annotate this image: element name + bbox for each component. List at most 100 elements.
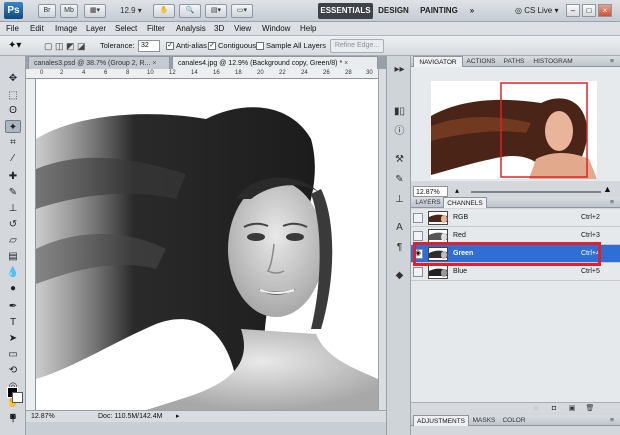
navigator-thumbnail[interactable] bbox=[431, 81, 597, 179]
zoom-level-dropdown[interactable]: 12.9 ▾ bbox=[113, 4, 149, 18]
restore-button[interactable]: □ bbox=[582, 4, 596, 17]
visibility-toggle[interactable] bbox=[413, 231, 423, 241]
arrange-documents-button[interactable]: ▤▾ bbox=[205, 4, 227, 18]
menu-view[interactable]: View bbox=[234, 22, 251, 36]
image-canvas[interactable] bbox=[36, 79, 378, 410]
menu-analysis[interactable]: Analysis bbox=[176, 22, 206, 36]
lasso-tool-icon[interactable]: ʘ bbox=[5, 104, 21, 117]
eyedropper-tool-icon[interactable]: ⁄ bbox=[5, 152, 21, 165]
history-panel-icon[interactable]: ▮▯ bbox=[393, 106, 406, 118]
delete-channel-icon[interactable]: 🗑 bbox=[585, 404, 595, 413]
type-tool-icon[interactable]: T bbox=[5, 316, 21, 329]
workspace-painting[interactable]: PAINTING bbox=[415, 3, 463, 19]
panel-menu-icon[interactable]: ≡ bbox=[606, 415, 618, 426]
hand-tool-button[interactable]: ✋ bbox=[153, 4, 175, 18]
bridge-button[interactable]: Br bbox=[38, 4, 56, 18]
channels-tabbar: LAYERS CHANNELS ≡ bbox=[411, 197, 620, 208]
visibility-toggle[interactable] bbox=[413, 267, 423, 277]
pen-tool-icon[interactable]: ✒ bbox=[5, 300, 21, 313]
menu-edit[interactable]: Edit bbox=[30, 22, 44, 36]
background-color-swatch[interactable] bbox=[12, 392, 23, 403]
horizontal-scrollbar[interactable] bbox=[26, 422, 386, 435]
sample-all-layers-checkbox[interactable] bbox=[256, 42, 264, 50]
selection-mode-buttons[interactable]: ▢ ◫ ◩ ◪ bbox=[44, 39, 92, 53]
workspace-more[interactable]: » bbox=[466, 3, 478, 19]
save-selection-icon[interactable]: ◘ bbox=[549, 404, 559, 413]
blur-tool-icon[interactable]: 💧 bbox=[5, 266, 21, 279]
healing-brush-tool-icon[interactable]: ✚ bbox=[5, 170, 21, 183]
info-panel-icon[interactable]: ⓘ bbox=[393, 126, 406, 138]
mini-bridge-button[interactable]: Mb bbox=[60, 4, 78, 18]
screen-mode-button[interactable]: ▭▾ bbox=[231, 4, 253, 18]
status-zoom[interactable]: 12.87% bbox=[31, 411, 55, 422]
zoom-in-icon[interactable]: ▲ bbox=[603, 184, 612, 194]
tab-layers[interactable]: LAYERS bbox=[413, 197, 443, 208]
tab-paths[interactable]: PATHS bbox=[499, 56, 529, 67]
magic-wand-tool-icon[interactable]: ✦ bbox=[5, 120, 21, 133]
brush-panel-icon[interactable]: ✎ bbox=[393, 174, 406, 186]
gradient-tool-icon[interactable]: ▤ bbox=[5, 250, 21, 263]
dodge-tool-icon[interactable]: ● bbox=[5, 282, 21, 295]
workspace-essentials[interactable]: ESSENTIALS bbox=[318, 3, 373, 19]
tab-close-icon[interactable]: × bbox=[152, 60, 156, 67]
tab-actions[interactable]: ACTIONS bbox=[463, 56, 499, 67]
tool-presets-icon[interactable]: ⚒ bbox=[393, 154, 406, 166]
menu-3d[interactable]: 3D bbox=[214, 22, 224, 36]
load-as-selection-icon[interactable]: ◌ bbox=[531, 404, 541, 413]
tab-navigator[interactable]: NAVIGATOR bbox=[413, 56, 463, 67]
menu-file[interactable]: File bbox=[6, 22, 19, 36]
clone-source-icon[interactable]: ⊥ bbox=[393, 194, 406, 206]
clone-stamp-tool-icon[interactable]: ⊥ bbox=[5, 202, 21, 215]
tolerance-input[interactable]: 32 bbox=[138, 40, 160, 52]
extras-dropdown[interactable]: ▦▾ bbox=[84, 4, 106, 18]
collapse-dock-icon[interactable]: ▸▸ bbox=[393, 64, 406, 76]
shape-tool-icon[interactable]: ▭ bbox=[5, 348, 21, 361]
brush-tool-icon[interactable]: ✎ bbox=[5, 186, 21, 199]
tab-close-icon[interactable]: × bbox=[344, 60, 348, 67]
workspace-design[interactable]: DESIGN bbox=[376, 3, 411, 19]
menu-image[interactable]: Image bbox=[55, 22, 77, 36]
tab-channels[interactable]: CHANNELS bbox=[443, 197, 487, 208]
3d-rotate-tool-icon[interactable]: ⟲ bbox=[5, 364, 21, 377]
panel-menu-icon[interactable]: ≡ bbox=[606, 197, 618, 208]
menu-layer[interactable]: Layer bbox=[86, 22, 106, 36]
move-tool-icon[interactable]: ✥ bbox=[5, 72, 21, 85]
menu-select[interactable]: Select bbox=[115, 22, 137, 36]
contiguous-checkbox[interactable]: ✓ bbox=[208, 42, 216, 50]
zoom-out-icon[interactable]: ▴ bbox=[455, 186, 459, 195]
close-button[interactable]: × bbox=[598, 4, 612, 17]
refine-edge-button[interactable]: Refine Edge... bbox=[330, 39, 384, 53]
character-panel-icon[interactable]: A bbox=[393, 222, 406, 234]
navigator-zoom-input[interactable]: 12.87% bbox=[413, 186, 448, 197]
tab-color[interactable]: COLOR bbox=[499, 415, 529, 426]
tool-preset-picker[interactable]: ✦▾ bbox=[8, 39, 36, 53]
history-brush-tool-icon[interactable]: ↺ bbox=[5, 218, 21, 231]
tab-canales3[interactable]: canales3.psd @ 38.7% (Group 2, R... × bbox=[28, 56, 170, 69]
zoom-tool-button[interactable]: 🔍 bbox=[179, 4, 201, 18]
menu-help[interactable]: Help bbox=[300, 22, 316, 36]
minimize-button[interactable]: – bbox=[566, 4, 580, 17]
menu-window[interactable]: Window bbox=[262, 22, 290, 36]
paragraph-panel-icon[interactable]: ¶ bbox=[393, 242, 406, 254]
status-menu-icon[interactable]: ▸ bbox=[176, 411, 180, 422]
marquee-tool-icon[interactable]: ⬚ bbox=[5, 89, 21, 102]
menu-filter[interactable]: Filter bbox=[147, 22, 165, 36]
color-portrait-thumbnail bbox=[431, 81, 597, 179]
tab-histogram[interactable]: HISTOGRAM bbox=[529, 56, 577, 67]
quick-mask-icon[interactable]: ◙ bbox=[4, 410, 22, 422]
new-channel-icon[interactable]: ▣ bbox=[567, 404, 577, 413]
tab-adjustments[interactable]: ADJUSTMENTS bbox=[413, 415, 469, 426]
eraser-tool-icon[interactable]: ▱ bbox=[5, 234, 21, 247]
panel-menu-icon[interactable]: ≡ bbox=[606, 56, 618, 67]
navigator-zoom-slider[interactable] bbox=[471, 191, 601, 193]
crop-tool-icon[interactable]: ⌗ bbox=[5, 136, 21, 149]
anti-alias-checkbox[interactable]: ✓ bbox=[166, 42, 174, 50]
cs-live-button[interactable]: ◎ CS Live ▾ bbox=[515, 4, 558, 18]
tab-canales4[interactable]: canales4.jpg @ 12.9% (Background copy, G… bbox=[172, 56, 378, 69]
vertical-scrollbar[interactable] bbox=[378, 69, 386, 410]
tab-masks[interactable]: MASKS bbox=[469, 415, 499, 426]
channel-row-rgb[interactable]: RGB Ctrl+2 bbox=[411, 209, 620, 227]
path-selection-tool-icon[interactable]: ➤ bbox=[5, 332, 21, 345]
visibility-toggle[interactable] bbox=[413, 213, 423, 223]
3d-panel-icon[interactable]: ◆ bbox=[393, 270, 406, 282]
